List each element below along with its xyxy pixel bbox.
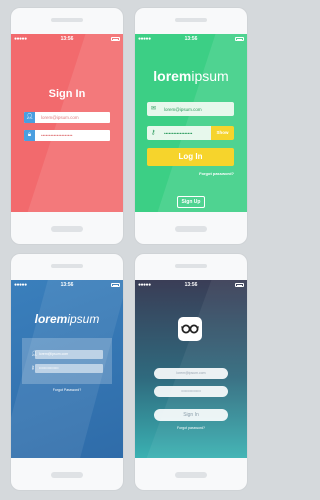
password-value: •••••••••••••••• <box>39 366 59 370</box>
home-button[interactable] <box>175 226 207 232</box>
phone-mockup-green: ●●●●● 13:56 loremipsum ✉ lorem@ipsum.com… <box>135 8 247 244</box>
screen-login-green: ●●●●● 13:56 loremipsum ✉ lorem@ipsum.com… <box>135 34 247 212</box>
email-field[interactable]: lorem@ipsum.com <box>35 350 103 359</box>
key-icon: ⚷ <box>151 130 156 136</box>
battery-icon <box>111 283 120 287</box>
logo-bold: lorem <box>153 68 192 84</box>
screen-shine <box>20 34 123 212</box>
lock-icon: 🔒︎ <box>24 130 35 141</box>
status-time: 13:56 <box>184 35 198 42</box>
status-bar: ●●●●● 13:56 <box>11 280 123 289</box>
status-time: 13:56 <box>60 281 74 288</box>
status-bar: ●●●●● 13:56 <box>11 34 123 43</box>
screen-signin-red: ●●●●● 13:56 Sign In 👤︎ lorem@ipsum.com 🔒… <box>11 34 123 212</box>
status-bar: ●●●●● 13:56 <box>135 280 247 289</box>
password-field[interactable]: ⚷ •••••••••••••••••• <box>147 126 211 140</box>
password-field[interactable]: •••••••••••••••• <box>35 364 103 373</box>
password-value: •••••••••••••••••• <box>164 130 193 136</box>
status-time: 13:56 <box>184 281 198 288</box>
app-logo <box>178 317 202 341</box>
speaker-grille <box>51 264 83 268</box>
page-title: Sign In <box>48 88 86 100</box>
battery-icon <box>235 283 244 287</box>
email-field[interactable]: 👤︎ lorem@ipsum.com <box>24 112 110 123</box>
signin-button[interactable]: Sign In <box>154 409 228 421</box>
signup-button[interactable]: Sign Up <box>177 196 205 208</box>
email-field[interactable]: ✉ lorem@ipsum.com <box>147 102 234 116</box>
password-field[interactable]: •••••••••••••••• <box>154 386 228 397</box>
status-time: 13:56 <box>60 35 74 42</box>
speaker-grille <box>175 18 207 22</box>
screen-login-dark: ●●●●● 13:56 lorem@ipsum.com ••••••••••••… <box>135 280 247 458</box>
app-logo: loremipsum <box>135 68 247 84</box>
battery-icon <box>235 37 244 41</box>
user-icon: 👤︎ <box>24 112 35 123</box>
speaker-grille <box>51 18 83 22</box>
speaker-grille <box>175 264 207 268</box>
screen-login-blue: ●●●●● 13:56 loremipsum 👤︎ lorem@ipsum.co… <box>11 280 123 458</box>
login-panel <box>22 338 112 384</box>
home-button[interactable] <box>51 472 83 478</box>
glasses-icon <box>180 324 200 334</box>
forgot-password-link[interactable]: Forgot password? <box>199 171 234 176</box>
forgot-password-link[interactable]: Forgot password? <box>135 426 247 430</box>
logo-light: ipsum <box>67 312 100 326</box>
app-logo: loremipsum <box>11 312 123 326</box>
show-password-button[interactable]: Show <box>211 126 234 140</box>
logo-bold: lorem <box>34 312 68 326</box>
phone-mockup-blue: ●●●●● 13:56 loremipsum 👤︎ lorem@ipsum.co… <box>11 254 123 490</box>
email-value: lorem@ipsum.com <box>164 106 202 112</box>
password-field[interactable]: 🔒︎ •••••••••••••••••••• <box>24 130 110 141</box>
status-bar: ●●●●● 13:56 <box>135 34 247 43</box>
email-value: lorem@ipsum.com <box>39 352 69 356</box>
email-field[interactable]: lorem@ipsum.com <box>154 368 228 379</box>
battery-icon <box>111 37 120 41</box>
phone-mockup-signin-red: ●●●●● 13:56 Sign In 👤︎ lorem@ipsum.com 🔒… <box>11 8 123 244</box>
logo-light: ipsum <box>191 68 229 84</box>
screen-shine <box>150 34 247 212</box>
envelope-icon: ✉ <box>151 106 157 112</box>
home-button[interactable] <box>51 226 83 232</box>
home-button[interactable] <box>175 472 207 478</box>
forgot-password-link[interactable]: Forgot Password? <box>11 388 123 392</box>
email-value: lorem@ipsum.com <box>41 114 79 120</box>
login-button[interactable]: Log In <box>147 148 234 166</box>
password-value: •••••••••••••••••••• <box>41 132 73 138</box>
phone-mockup-dark: ●●●●● 13:56 lorem@ipsum.com ••••••••••••… <box>135 254 247 490</box>
